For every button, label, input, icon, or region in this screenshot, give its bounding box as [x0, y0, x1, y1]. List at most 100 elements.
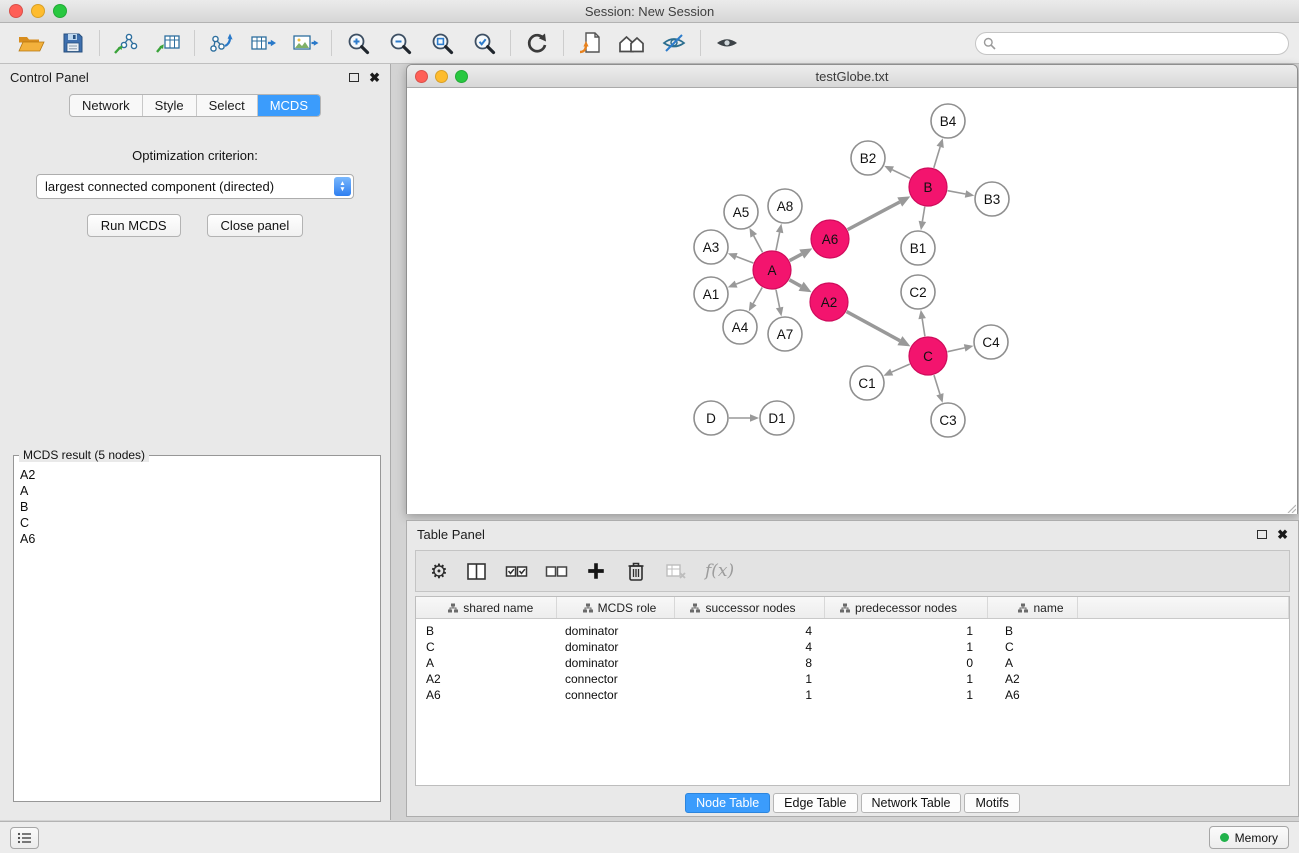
table-cell[interactable]: 1: [824, 639, 987, 655]
table-cell[interactable]: dominator: [556, 655, 674, 671]
open-session-button[interactable]: [10, 27, 52, 59]
tab-network[interactable]: Network: [70, 95, 143, 116]
column-header-shared-name[interactable]: shared name: [416, 597, 556, 619]
tab-edge-table[interactable]: Edge Table: [773, 793, 857, 813]
table-cell[interactable]: 1: [824, 687, 987, 703]
table-cell[interactable]: A: [416, 655, 556, 671]
graph-edge-A-A2[interactable]: [789, 280, 801, 287]
minimize-window-button[interactable]: [31, 4, 45, 18]
graph-edge-A-A3[interactable]: [736, 257, 753, 263]
result-item[interactable]: A6: [20, 531, 374, 547]
graph-edge-C-C2[interactable]: [922, 319, 925, 337]
table-cell[interactable]: 8: [674, 655, 824, 671]
table-cell[interactable]: 4: [674, 619, 824, 640]
delete-rows-button[interactable]: [624, 557, 648, 585]
first-neighbors-button[interactable]: [569, 27, 611, 59]
memory-button[interactable]: Memory: [1209, 826, 1289, 849]
table-cell[interactable]: A: [987, 655, 1077, 671]
table-cell[interactable]: dominator: [556, 639, 674, 655]
zoom-selected-button[interactable]: [463, 27, 505, 59]
table-cell[interactable]: C: [416, 639, 556, 655]
graph-edge-A-A7[interactable]: [776, 290, 780, 308]
zoom-in-button[interactable]: [337, 27, 379, 59]
tab-node-table[interactable]: Node Table: [685, 793, 770, 813]
tab-select[interactable]: Select: [197, 95, 258, 116]
table-cell[interactable]: 0: [824, 655, 987, 671]
table-cell[interactable]: dominator: [556, 619, 674, 640]
graph-edge-B-B4[interactable]: [934, 147, 940, 168]
criterion-select[interactable]: largest connected component (directed) ▲…: [36, 174, 354, 199]
tab-network-table[interactable]: Network Table: [861, 793, 962, 813]
result-item[interactable]: A2: [20, 467, 374, 483]
close-table-panel-icon[interactable]: ✖: [1277, 528, 1288, 541]
import-network-button[interactable]: [105, 27, 147, 59]
graph-edge-A2-C[interactable]: [847, 312, 900, 341]
graph-edge-A-A5[interactable]: [754, 236, 763, 253]
result-item[interactable]: B: [20, 499, 374, 515]
zoom-fit-button[interactable]: [421, 27, 463, 59]
zoom-out-button[interactable]: [379, 27, 421, 59]
table-cell[interactable]: 1: [824, 619, 987, 640]
table-cell[interactable]: A6: [416, 687, 556, 703]
network-overview-button[interactable]: [611, 27, 653, 59]
table-cell[interactable]: connector: [556, 687, 674, 703]
table-cell[interactable]: 1: [674, 671, 824, 687]
graph-edge-A-A6[interactable]: [790, 254, 802, 260]
table-cell[interactable]: A6: [987, 687, 1077, 703]
close-panel-icon[interactable]: ✖: [369, 71, 380, 84]
function-builder-button[interactable]: f(x): [705, 557, 734, 585]
tab-style[interactable]: Style: [143, 95, 197, 116]
delete-table-button[interactable]: [665, 557, 688, 585]
graph-edge-C-C4[interactable]: [948, 348, 965, 352]
table-cell[interactable]: connector: [556, 671, 674, 687]
column-header-successor-nodes[interactable]: successor nodes: [674, 597, 824, 619]
manage-columns-button[interactable]: [465, 557, 488, 585]
graph-edge-A6-B[interactable]: [848, 202, 900, 230]
graph-edge-B-B3[interactable]: [948, 191, 966, 194]
table-cell[interactable]: C: [987, 639, 1077, 655]
result-item[interactable]: A: [20, 483, 374, 499]
network-canvas[interactable]: B4B2BB3A5A8A6A3B1AC2A1A2A4A7C4CC1C3DD1: [407, 88, 1297, 514]
table-row[interactable]: Cdominator41C: [416, 639, 1289, 655]
float-panel-icon[interactable]: [349, 73, 359, 82]
search-box[interactable]: [975, 32, 1289, 55]
close-panel-button[interactable]: Close panel: [207, 214, 304, 237]
status-menu-button[interactable]: [10, 827, 39, 849]
zoom-window-button[interactable]: [53, 4, 67, 18]
table-cell[interactable]: A2: [987, 671, 1077, 687]
export-network-button[interactable]: [200, 27, 242, 59]
table-cell[interactable]: A2: [416, 671, 556, 687]
network-minimize-button[interactable]: [435, 70, 448, 83]
graph-edge-A-A4[interactable]: [753, 287, 762, 303]
float-table-panel-icon[interactable]: [1257, 530, 1267, 539]
resize-grip-icon[interactable]: [1284, 501, 1296, 513]
close-window-button[interactable]: [9, 4, 23, 18]
table-cell[interactable]: 1: [674, 687, 824, 703]
result-item[interactable]: C: [20, 515, 374, 531]
import-table-button[interactable]: [147, 27, 189, 59]
graph-edge-B-B2[interactable]: [892, 170, 910, 179]
deselect-all-rows-button[interactable]: [545, 557, 568, 585]
table-cell[interactable]: 4: [674, 639, 824, 655]
tab-mcds[interactable]: MCDS: [258, 95, 320, 116]
show-graphics-details-button[interactable]: [706, 27, 748, 59]
search-input[interactable]: [996, 35, 1281, 51]
tab-motifs[interactable]: Motifs: [964, 793, 1019, 813]
export-table-button[interactable]: [242, 27, 284, 59]
table-row[interactable]: A6connector11A6: [416, 687, 1289, 703]
network-close-button[interactable]: [415, 70, 428, 83]
table-settings-button[interactable]: ⚙: [430, 557, 448, 585]
table-cell[interactable]: B: [416, 619, 556, 640]
run-mcds-button[interactable]: Run MCDS: [87, 214, 181, 237]
column-header-predecessor-nodes[interactable]: predecessor nodes: [824, 597, 987, 619]
network-zoom-button[interactable]: [455, 70, 468, 83]
apply-layout-button[interactable]: [516, 27, 558, 59]
graph-edge-B-B1[interactable]: [922, 207, 924, 222]
column-header-MCDS-role[interactable]: MCDS role: [556, 597, 674, 619]
table-cell[interactable]: B: [987, 619, 1077, 640]
graph-edge-C-C3[interactable]: [934, 375, 940, 394]
table-row[interactable]: Adominator80A: [416, 655, 1289, 671]
table-cell[interactable]: 1: [824, 671, 987, 687]
graph-edge-A-A8[interactable]: [776, 232, 780, 250]
save-session-button[interactable]: [52, 27, 94, 59]
